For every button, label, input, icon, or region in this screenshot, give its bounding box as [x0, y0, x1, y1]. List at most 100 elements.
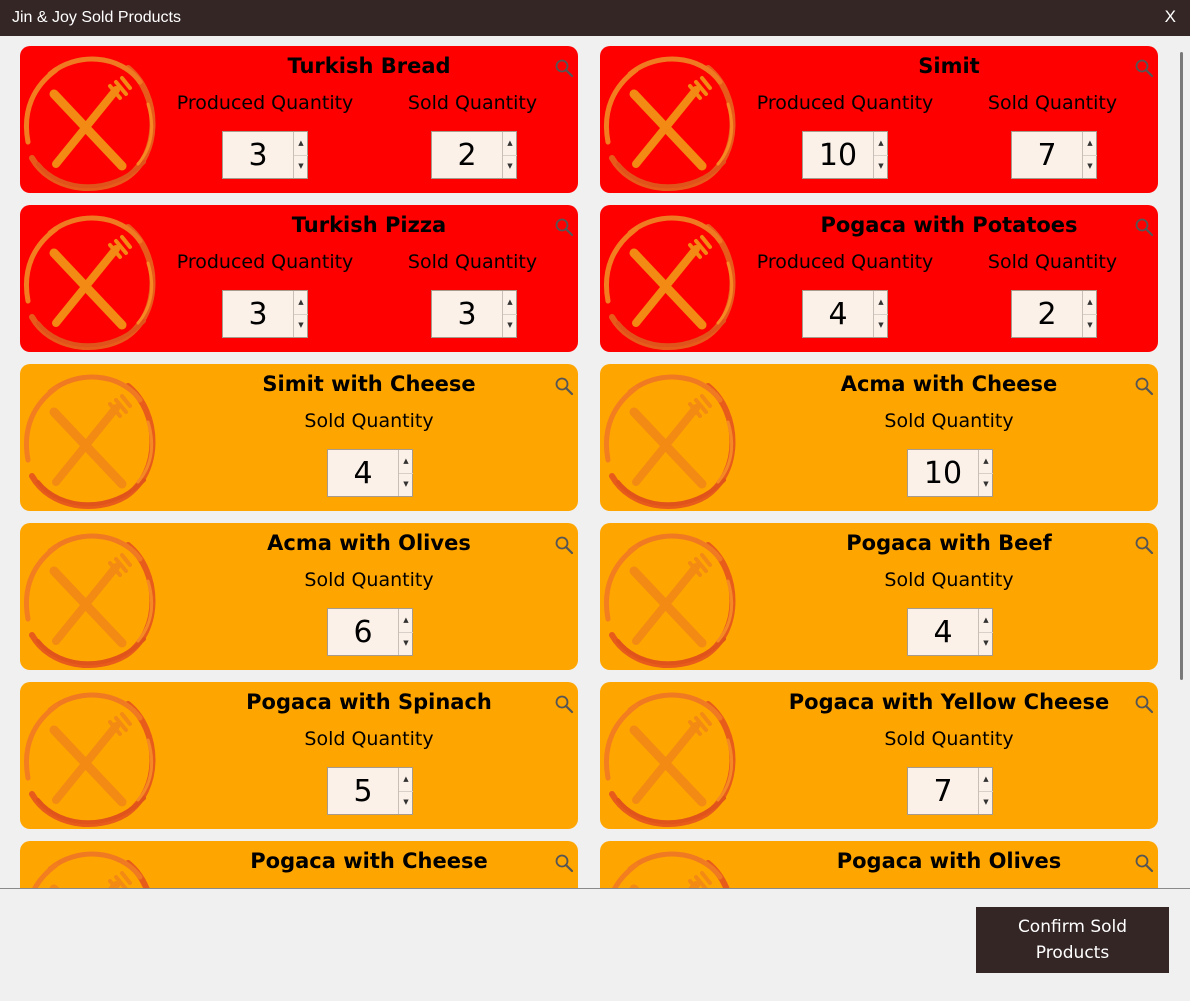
product-card: Pogaca with Spinach Sold Quantity 5 ▲ ▼: [20, 682, 578, 829]
sold-quantity-label: Sold Quantity: [407, 251, 538, 273]
spin-up-arrow-icon[interactable]: ▲: [503, 291, 517, 315]
product-name: Acma with Cheese: [840, 372, 1058, 396]
spin-down-arrow-icon[interactable]: ▼: [874, 314, 888, 337]
fork-knife-plate-icon: [600, 46, 740, 193]
sold-quantity-spinner-buttons: ▲ ▼: [978, 609, 993, 655]
spin-up-arrow-icon[interactable]: ▲: [874, 291, 888, 315]
sold-quantity-spinner-buttons: ▲ ▼: [502, 132, 517, 178]
spin-down-arrow-icon[interactable]: ▼: [399, 791, 413, 814]
sold-quantity-label: Sold Quantity: [304, 728, 434, 750]
spin-up-arrow-icon[interactable]: ▲: [399, 450, 413, 474]
spin-down-arrow-icon[interactable]: ▼: [1083, 314, 1097, 337]
spin-down-arrow-icon[interactable]: ▼: [399, 473, 413, 496]
sold-quantity-spinner-value[interactable]: 7: [908, 768, 978, 814]
product-name: Pogaca with Cheese: [250, 849, 488, 873]
sold-quantity-label: Sold Quantity: [304, 569, 434, 591]
spin-down-arrow-icon[interactable]: ▼: [979, 632, 993, 655]
product-card: Pogaca with OlivesSold Quantity: [600, 841, 1158, 888]
product-card: Simit with Cheese Sold Quantity 4 ▲ ▼: [20, 364, 578, 511]
product-name: Simit with Cheese: [262, 372, 476, 396]
produced-quantity-spinner-value[interactable]: 3: [223, 291, 293, 337]
sold-quantity-label: Sold Quantity: [407, 92, 538, 114]
sold-quantity-spinner[interactable]: 10 ▲ ▼: [907, 449, 993, 497]
sold-quantity-label: Sold Quantity: [987, 251, 1118, 273]
vertical-scrollbar[interactable]: [1180, 52, 1183, 680]
sold-quantity-spinner-value[interactable]: 2: [1012, 291, 1082, 337]
title-bar: Jin & Joy Sold Products X: [0, 0, 1190, 36]
produced-quantity-spinner-buttons: ▲ ▼: [873, 291, 888, 337]
sold-quantity-spinner-buttons: ▲ ▼: [1082, 132, 1097, 178]
sold-quantity-spinner-value[interactable]: 3: [432, 291, 502, 337]
spin-up-arrow-icon[interactable]: ▲: [979, 768, 993, 792]
spin-down-arrow-icon[interactable]: ▼: [294, 314, 308, 337]
sold-quantity-spinner[interactable]: 5 ▲ ▼: [327, 767, 413, 815]
spin-down-arrow-icon[interactable]: ▼: [874, 155, 888, 178]
spin-up-arrow-icon[interactable]: ▲: [1083, 132, 1097, 156]
produced-quantity-spinner-buttons: ▲ ▼: [293, 132, 308, 178]
spin-up-arrow-icon[interactable]: ▲: [874, 132, 888, 156]
spin-down-arrow-icon[interactable]: ▼: [294, 155, 308, 178]
spin-up-arrow-icon[interactable]: ▲: [294, 291, 308, 315]
spin-up-arrow-icon[interactable]: ▲: [399, 768, 413, 792]
produced-quantity-spinner[interactable]: 10 ▲ ▼: [802, 131, 888, 179]
spin-up-arrow-icon[interactable]: ▲: [294, 132, 308, 156]
spin-down-arrow-icon[interactable]: ▼: [979, 473, 993, 496]
sold-quantity-spinner[interactable]: 7 ▲ ▼: [907, 767, 993, 815]
produced-quantity-label: Produced Quantity: [756, 92, 934, 114]
spin-up-arrow-icon[interactable]: ▲: [1083, 291, 1097, 315]
sold-quantity-spinner[interactable]: 4 ▲ ▼: [907, 608, 993, 656]
product-card: Acma with Olives Sold Quantity 6 ▲ ▼: [20, 523, 578, 670]
sold-quantity-spinner-value[interactable]: 4: [328, 450, 398, 496]
produced-quantity-spinner[interactable]: 3 ▲ ▼: [222, 290, 308, 338]
spin-up-arrow-icon[interactable]: ▲: [503, 132, 517, 156]
close-button[interactable]: X: [1165, 7, 1176, 27]
sold-quantity-spinner-buttons: ▲ ▼: [978, 768, 993, 814]
sold-quantity-label: Sold Quantity: [884, 728, 1014, 750]
sold-quantity-spinner[interactable]: 2 ▲ ▼: [1011, 290, 1097, 338]
produced-quantity-spinner[interactable]: 3 ▲ ▼: [222, 131, 308, 179]
sold-quantity-spinner[interactable]: 2 ▲ ▼: [431, 131, 517, 179]
sold-quantity-spinner-buttons: ▲ ▼: [1082, 291, 1097, 337]
product-name: Acma with Olives: [267, 531, 471, 555]
sold-quantity-spinner-value[interactable]: 10: [908, 450, 978, 496]
sold-quantity-spinner[interactable]: 3 ▲ ▼: [431, 290, 517, 338]
sold-quantity-spinner-value[interactable]: 5: [328, 768, 398, 814]
sold-quantity-spinner[interactable]: 4 ▲ ▼: [327, 449, 413, 497]
products-list[interactable]: Turkish Bread Produced Quantity Sold Quant…: [0, 36, 1190, 888]
spin-down-arrow-icon[interactable]: ▼: [503, 155, 517, 178]
fork-knife-plate-icon: [600, 205, 740, 352]
fork-knife-plate-icon: [20, 682, 160, 829]
sold-quantity-label: Sold Quantity: [884, 410, 1014, 432]
produced-quantity-spinner-value[interactable]: 10: [803, 132, 873, 178]
fork-knife-plate-icon: [20, 841, 160, 888]
product-card: Pogaca with Potatoes Produced Quantity Sol…: [600, 205, 1158, 352]
sold-quantity-spinner[interactable]: 7 ▲ ▼: [1011, 131, 1097, 179]
produced-quantity-spinner-value[interactable]: 4: [803, 291, 873, 337]
spin-down-arrow-icon[interactable]: ▼: [1083, 155, 1097, 178]
window-title: Jin & Joy Sold Products: [12, 9, 181, 26]
sold-quantity-label: Sold Quantity: [987, 92, 1118, 114]
produced-quantity-label: Produced Quantity: [176, 92, 354, 114]
product-name: Pogaca with Potatoes: [820, 213, 1078, 237]
product-card: Pogaca with Beef Sold Quantity 4 ▲ ▼: [600, 523, 1158, 670]
sold-quantity-spinner-value[interactable]: 4: [908, 609, 978, 655]
fork-knife-plate-icon: [20, 205, 160, 352]
spin-up-arrow-icon[interactable]: ▲: [979, 450, 993, 474]
confirm-sold-products-button[interactable]: Confirm Sold Products: [976, 907, 1169, 973]
spin-up-arrow-icon[interactable]: ▲: [979, 609, 993, 633]
produced-quantity-spinner-value[interactable]: 3: [223, 132, 293, 178]
spin-down-arrow-icon[interactable]: ▼: [503, 314, 517, 337]
sold-products-window: Jin & Joy Sold Products X Turkish Bread P…: [0, 0, 1190, 1001]
sold-quantity-spinner-value[interactable]: 7: [1012, 132, 1082, 178]
fork-knife-plate-icon: [20, 46, 160, 193]
sold-quantity-spinner[interactable]: 6 ▲ ▼: [327, 608, 413, 656]
spin-down-arrow-icon[interactable]: ▼: [979, 791, 993, 814]
spin-up-arrow-icon[interactable]: ▲: [399, 609, 413, 633]
spin-down-arrow-icon[interactable]: ▼: [399, 632, 413, 655]
produced-quantity-spinner[interactable]: 4 ▲ ▼: [802, 290, 888, 338]
product-card: Pogaca with CheeseSold Quantity: [20, 841, 578, 888]
sold-quantity-spinner-value[interactable]: 2: [432, 132, 502, 178]
sold-quantity-spinner-value[interactable]: 6: [328, 609, 398, 655]
produced-quantity-spinner-buttons: ▲ ▼: [873, 132, 888, 178]
product-name: Turkish Bread: [287, 54, 451, 78]
